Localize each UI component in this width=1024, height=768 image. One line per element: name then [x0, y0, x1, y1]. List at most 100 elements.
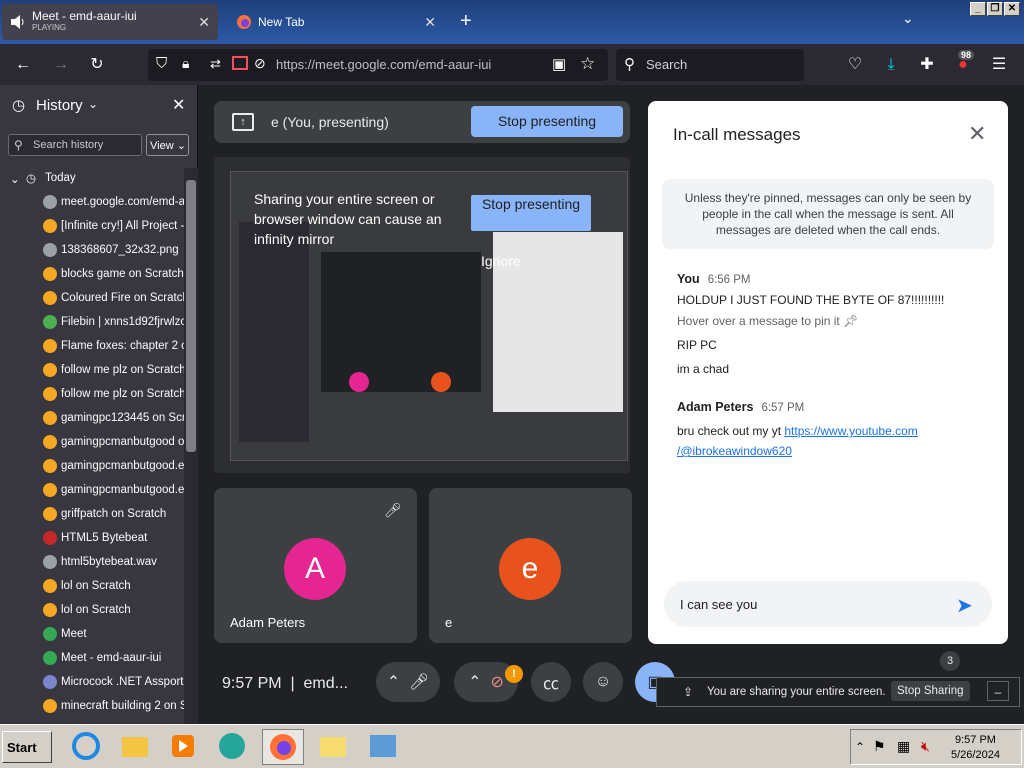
scrollbar-thumb[interactable] [186, 180, 196, 452]
message-text[interactable]: HOLDUP I JUST FOUND THE BYTE OF 87!!!!!!… [677, 293, 944, 307]
minimize-button[interactable]: _ [970, 2, 986, 16]
media-player-icon[interactable] [164, 729, 206, 765]
url-text[interactable]: https://meet.google.com/emd-aaur-iui [276, 57, 491, 72]
chevron-up-icon[interactable]: ⌃ [387, 672, 400, 692]
send-icon[interactable]: ➤ [956, 593, 973, 618]
history-item[interactable]: Coloured Fire on Scratch [0, 287, 184, 311]
history-item[interactable]: minecraft building 2 on Sc [0, 695, 184, 719]
history-item[interactable]: griffpatch on Scratch [0, 503, 184, 527]
messenger-icon[interactable] [214, 729, 256, 765]
history-item[interactable]: follow me plz on Scratch [0, 383, 184, 407]
lock-icon[interactable]: 🔒︎ [182, 55, 189, 72]
chevron-up-icon[interactable]: ⌃ [468, 672, 481, 692]
mirror-sidebar [239, 222, 309, 442]
youtube-link[interactable]: https://www.youtube.com [784, 424, 917, 438]
history-item[interactable]: lol on Scratch [0, 575, 184, 599]
reader-view-icon[interactable]: ▣ [552, 55, 566, 73]
search-bar[interactable]: ⚲ Search [616, 49, 804, 81]
chevron-up-icon[interactable]: ⌃ [855, 740, 865, 754]
restore-button[interactable]: ❐ [987, 2, 1003, 16]
folder-icon[interactable] [116, 729, 158, 765]
emoji-button[interactable]: ☺ [583, 662, 623, 702]
history-item[interactable]: gamingpcmanbutgood.ex [0, 479, 184, 503]
history-item[interactable]: gamingpcmanbutgood on [0, 431, 184, 455]
close-tab-icon[interactable]: ✕ [198, 14, 210, 31]
pin-icon[interactable]: 📌︎ [843, 314, 858, 328]
screen-share-icon[interactable] [232, 56, 248, 70]
history-item[interactable]: Meet - emd-aaur-iui [0, 647, 184, 671]
extensions-icon[interactable]: ✚ [916, 54, 938, 76]
history-item[interactable]: meet.google.com/emd-aa [0, 191, 184, 215]
chat-input[interactable]: I can see you ➤ [664, 581, 992, 627]
chat-input-value[interactable]: I can see you [680, 597, 757, 612]
stop-sharing-button[interactable]: Stop Sharing [891, 681, 970, 701]
ignore-button[interactable]: Ignore [481, 253, 521, 269]
history-item[interactable]: [Infinite cry!] All Project - [0, 215, 184, 239]
downloads-icon[interactable]: ⤓ [880, 54, 902, 76]
captions-button[interactable]: ㏄ [531, 662, 571, 702]
bookmark-star-icon[interactable]: ☆ [580, 54, 595, 74]
folder-icon[interactable] [314, 729, 356, 765]
tab-bar: Meet - emd-aaur-iui PLAYING ✕ New Tab ✕ … [0, 0, 1024, 44]
reload-icon[interactable]: ↻ [86, 54, 108, 76]
history-item[interactable]: html5bytebeat.wav [0, 551, 184, 575]
history-item[interactable]: Flame foxes: chapter 2 o [0, 335, 184, 359]
message-text[interactable]: RIP PC [677, 338, 717, 352]
history-item[interactable]: follow me plz on Scratch [0, 359, 184, 383]
history-item[interactable]: Filebin | xnns1d92fjrwlzo [0, 311, 184, 335]
history-item[interactable]: Microcock .NET Assport: [0, 671, 184, 695]
history-item[interactable]: 138368607_32x32.png [0, 239, 184, 263]
back-icon[interactable]: ← [12, 54, 34, 76]
new-tab-icon[interactable]: + [460, 10, 472, 33]
message-body: bru check out my yt [677, 424, 785, 438]
permissions-icon[interactable]: ⇄ [210, 56, 221, 72]
ie-icon[interactable] [68, 729, 110, 765]
participant-tile[interactable]: e e [429, 488, 632, 643]
history-item-label: gamingpcmanbutgood.ex [61, 460, 184, 472]
stop-presenting-button[interactable]: Stop presenting [471, 106, 623, 137]
start-button[interactable]: Start [2, 731, 52, 763]
close-icon[interactable]: ✕ [968, 121, 986, 147]
history-item[interactable]: HTML5 Bytebeat [0, 527, 184, 551]
chevron-down-icon[interactable]: ⌄ [10, 172, 20, 186]
close-sidebar-icon[interactable]: ✕ [172, 95, 185, 115]
close-window-button[interactable]: ✕ [1004, 2, 1020, 16]
sidebar-title[interactable]: History [36, 97, 83, 114]
infinity-mirror-warning: Sharing your entire screen or browser wi… [254, 191, 442, 247]
flag-icon[interactable]: ⚑ [873, 738, 886, 755]
control-panel-icon[interactable] [364, 729, 406, 765]
participant-tile[interactable]: 🎤︎ A Adam Peters [214, 488, 417, 643]
history-item[interactable]: blocks game on Scratch [0, 263, 184, 287]
history-item[interactable]: Meet [0, 623, 184, 647]
history-search-input[interactable]: ⚲ Search history [8, 134, 142, 156]
pocket-icon[interactable]: ♡ [844, 54, 866, 76]
history-item[interactable]: lol on Scratch [0, 599, 184, 623]
close-tab-icon[interactable]: ✕ [424, 14, 436, 31]
network-icon[interactable]: ▦ [897, 738, 910, 755]
hide-banner-icon[interactable]: _ [987, 681, 1009, 701]
history-item[interactable]: gamingpc123445 on Scra [0, 407, 184, 431]
firefox-taskbar-icon[interactable] [262, 729, 304, 765]
message-text[interactable]: im a chad [677, 362, 729, 376]
volume-muted-icon[interactable]: 🔇︎ [921, 738, 930, 755]
history-item[interactable]: gamingpcmanbutgood.ex [0, 455, 184, 479]
chevron-down-icon[interactable]: ⌄ [88, 97, 98, 111]
tab-meet[interactable]: Meet - emd-aaur-iui PLAYING ✕ [2, 4, 218, 40]
shield-icon[interactable]: ⛉ [156, 55, 167, 72]
history-item-label: minecraft building 2 on Sc [61, 700, 184, 712]
sidebar-scrollbar[interactable] [184, 168, 198, 724]
url-bar[interactable]: ⛉ 🔒︎ ⇄ ⊘ https://meet.google.com/emd-aau… [148, 49, 608, 81]
menu-icon[interactable]: ☰ [988, 54, 1010, 76]
tab-new-tab[interactable]: New Tab ✕ [228, 4, 444, 40]
youtube-link[interactable]: /@ibrokeawindow620 [677, 444, 792, 458]
history-group-today[interactable]: ⌄ ◷ Today [0, 167, 184, 191]
tray-clock[interactable]: 9:57 PM 5/26/2024 [951, 733, 1000, 763]
history-item-label: gamingpcmanbutgood on [61, 436, 184, 448]
mic-button[interactable]: ⌃ 🎤︎ [376, 662, 440, 702]
camera-off-icon[interactable]: ⊘ [254, 55, 266, 72]
view-dropdown[interactable]: View ⌄ [146, 134, 189, 156]
chevron-down-icon[interactable]: ⌄ [902, 10, 914, 27]
forward-icon[interactable]: → [50, 54, 72, 76]
warning-stop-presenting-button[interactable]: Stop presenting [471, 195, 591, 231]
sidebar-header[interactable]: ◷ History ⌄ ✕ [0, 85, 198, 125]
